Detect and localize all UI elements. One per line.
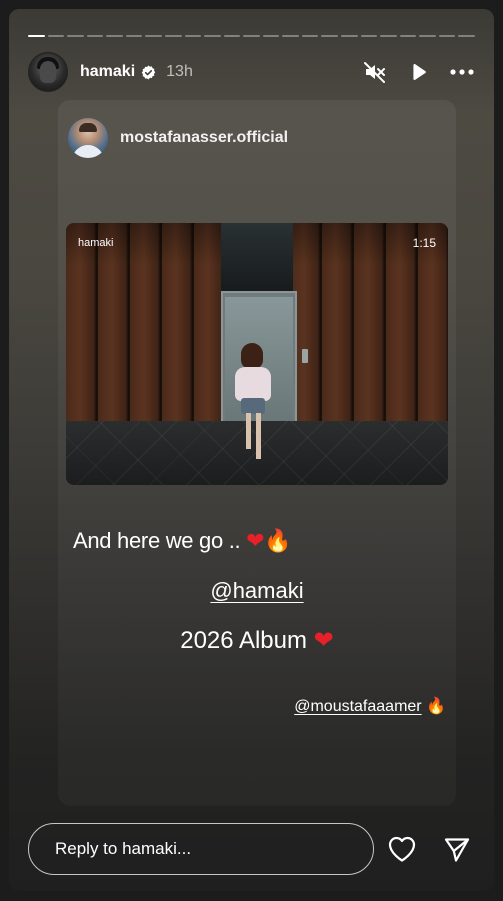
send-icon[interactable] <box>443 835 471 863</box>
progress-segment <box>262 35 280 37</box>
progress-segment <box>184 35 202 37</box>
verified-badge-icon <box>141 64 156 80</box>
progress-segment <box>145 35 162 37</box>
story-progress-bar <box>28 35 475 37</box>
album-heart-emoji-icon: ❤ <box>313 627 334 654</box>
heart-icon[interactable] <box>387 835 417 863</box>
album-text: 2026 Album ❤ <box>58 626 456 655</box>
progress-segment <box>399 35 417 37</box>
progress-segment <box>458 35 475 37</box>
more-icon[interactable] <box>449 60 475 84</box>
progress-segment <box>438 35 456 37</box>
shared-author-name[interactable]: mostafanasser.official <box>120 129 288 147</box>
progress-segment <box>380 35 397 37</box>
shared-author-avatar[interactable] <box>68 118 108 158</box>
mention-sticker: @hamaki <box>58 578 456 604</box>
header-controls <box>363 60 475 84</box>
video-duration: 1:15 <box>412 236 436 250</box>
small-mention-sticker: @moustafaaamer 🔥 <box>294 696 446 716</box>
progress-segment <box>282 35 299 37</box>
progress-segment <box>360 35 378 37</box>
shared-post-card[interactable]: mostafanasser.official hamaki 1:15 And h… <box>58 100 456 806</box>
progress-segment <box>28 35 45 37</box>
elevator-button-panel <box>302 349 308 363</box>
username[interactable]: hamaki <box>80 63 135 81</box>
progress-segment <box>243 35 260 37</box>
shared-post-header: mostafanasser.official <box>68 118 288 158</box>
progress-segment <box>341 35 358 37</box>
progress-segment <box>67 35 84 37</box>
progress-segment <box>106 35 123 37</box>
progress-segment <box>125 35 143 37</box>
caption-label: And here we go .. <box>73 528 241 553</box>
mute-icon[interactable] <box>363 60 387 84</box>
reply-input[interactable]: Reply to hamaki... <box>28 823 374 875</box>
progress-segment <box>47 35 65 37</box>
story-viewer: hamaki 13h mostafanasser.official hamaki… <box>9 9 494 891</box>
reply-bar: Reply to hamaki... <box>28 822 475 876</box>
reply-placeholder: Reply to hamaki... <box>55 839 192 858</box>
play-icon[interactable] <box>407 61 429 83</box>
album-label: 2026 Album <box>180 627 307 654</box>
mention-moustafaaamer-link[interactable]: @moustafaaamer <box>294 698 421 715</box>
fire-emoji-icon: 🔥 <box>264 528 292 553</box>
progress-segment <box>204 35 221 37</box>
progress-segment <box>86 35 104 37</box>
girl-hair <box>241 343 263 369</box>
girl-leg-right <box>256 413 261 459</box>
girl-skirt <box>241 398 265 414</box>
progress-segment <box>164 35 182 37</box>
shared-author-avatar-hair <box>79 123 97 132</box>
progress-segment <box>223 35 241 37</box>
shared-author-avatar-shirt <box>72 145 104 158</box>
reply-actions <box>387 835 475 863</box>
heart-emoji-icon: ❤ <box>246 528 265 553</box>
girl-leg-left <box>246 413 251 449</box>
mention-hamaki-link[interactable]: @hamaki <box>210 578 303 603</box>
small-fire-emoji-icon: 🔥 <box>426 698 446 715</box>
avatar-face <box>40 61 56 83</box>
progress-segment <box>419 35 436 37</box>
shared-video-thumbnail[interactable]: hamaki 1:15 <box>66 223 448 485</box>
girl-jacket <box>235 367 271 401</box>
story-header: hamaki 13h <box>28 51 475 93</box>
elevator-top <box>221 223 293 291</box>
progress-segment <box>301 35 319 37</box>
story-time: 13h <box>166 63 193 80</box>
avatar[interactable] <box>28 52 68 92</box>
caption-text: And here we go .. ❤🔥 <box>73 528 292 554</box>
video-username: hamaki <box>78 237 114 249</box>
progress-segment <box>321 35 338 37</box>
